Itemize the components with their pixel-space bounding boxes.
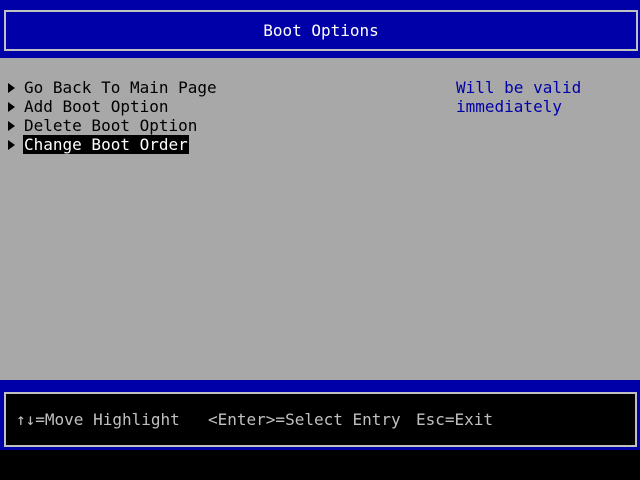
- select-entry-hint: <Enter>=Select Entry: [208, 410, 401, 429]
- move-highlight-hint: ↑↓=Move Highlight: [16, 410, 180, 429]
- help-text-line-1: Will be valid: [456, 78, 582, 97]
- menu-item-label: Go Back To Main Page: [24, 78, 217, 97]
- menu-item-label: Change Boot Order: [23, 135, 189, 154]
- menu-item-change-boot-order[interactable]: Change Boot Order: [8, 135, 189, 154]
- footer-band: ↑↓=Move Highlight <Enter>=Select Entry E…: [0, 388, 640, 450]
- header-band: Boot Options: [0, 0, 640, 58]
- key-help-bar: ↑↓=Move Highlight <Enter>=Select Entry E…: [4, 392, 637, 447]
- title-box: Boot Options: [4, 10, 638, 51]
- exit-hint: Esc=Exit: [416, 410, 494, 429]
- triangle-right-icon: [8, 139, 15, 150]
- menu-item-delete-boot-option[interactable]: Delete Boot Option: [8, 116, 198, 135]
- menu-item-label: Add Boot Option: [24, 97, 169, 116]
- main-panel: Go Back To Main Page Add Boot Option Del…: [0, 58, 640, 380]
- footer-separator-band: [0, 380, 640, 388]
- page-title: Boot Options: [263, 21, 379, 40]
- triangle-right-icon: [8, 82, 15, 93]
- triangle-right-icon: [8, 101, 15, 112]
- help-text-line-2: immediately: [456, 97, 562, 116]
- menu-item-label: Delete Boot Option: [24, 116, 198, 135]
- triangle-right-icon: [8, 120, 15, 131]
- menu-item-go-back-to-main-page[interactable]: Go Back To Main Page: [8, 78, 218, 97]
- menu-item-add-boot-option[interactable]: Add Boot Option: [8, 97, 170, 116]
